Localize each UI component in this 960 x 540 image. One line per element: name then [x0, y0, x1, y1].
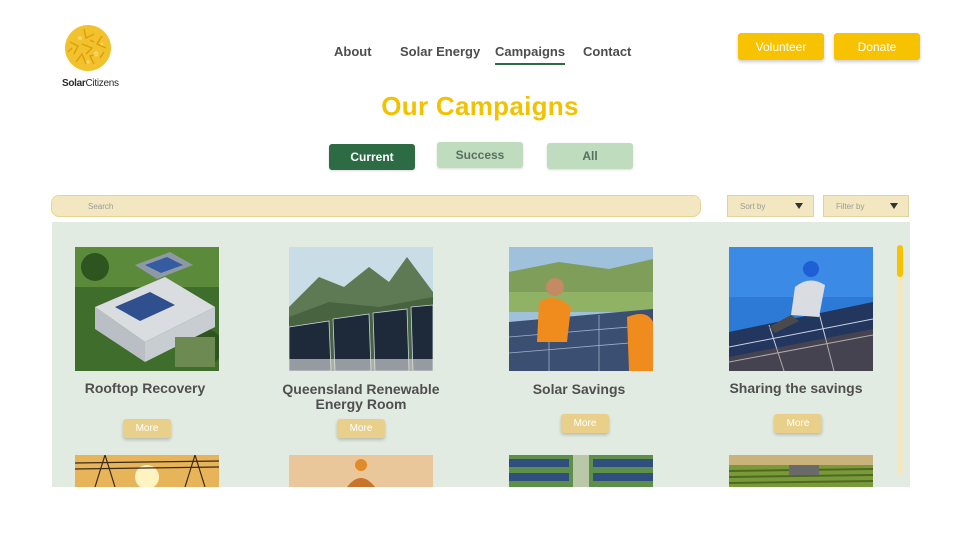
more-button[interactable]: More	[123, 419, 171, 438]
sort-by-dropdown[interactable]: Sort by	[727, 195, 814, 217]
more-button[interactable]: More	[561, 414, 609, 433]
campaign-image-sharing[interactable]	[729, 247, 873, 371]
more-button[interactable]: More	[337, 419, 385, 438]
volunteer-button[interactable]: Volunteer	[738, 33, 824, 60]
campaign-image-worker[interactable]	[289, 455, 433, 487]
campaign-image-solar-farm[interactable]	[509, 455, 653, 487]
campaign-image-queensland[interactable]	[289, 247, 433, 371]
nav-campaigns[interactable]: Campaigns	[495, 44, 566, 65]
campaign-image-vineyard[interactable]	[729, 455, 873, 487]
nav-about[interactable]: About	[334, 44, 372, 59]
page-title: Our Campaigns	[381, 91, 579, 121]
donate-button[interactable]: Donate	[834, 33, 920, 60]
tab-current[interactable]: Current	[329, 144, 415, 170]
campaign-title: Rooftop Recovery	[84, 380, 206, 396]
campaign-title: Solar Savings	[532, 381, 626, 397]
filter-by-dropdown[interactable]: Filter by	[823, 195, 909, 217]
nav-solar-energy[interactable]: Solar Energy	[400, 44, 480, 59]
filter-by-label: Filter by	[836, 201, 865, 211]
campaign-title: Queensland Renewable Energy Room	[282, 381, 440, 412]
search-input[interactable]: Search	[51, 195, 701, 217]
scrollbar-thumb[interactable]	[897, 245, 903, 277]
campaign-title: Sharing the savings	[729, 380, 863, 396]
caret-down-icon	[890, 203, 898, 209]
tab-success[interactable]: Success	[437, 142, 523, 168]
more-button[interactable]: More	[774, 414, 822, 433]
campaign-image-rooftop[interactable]	[75, 247, 219, 371]
logo-wordmark: SolarCitizens	[62, 78, 119, 89]
sun-logo-icon	[65, 25, 111, 71]
campaign-image-solar-savings[interactable]	[509, 247, 653, 371]
caret-down-icon	[795, 203, 803, 209]
scrollbar-track[interactable]	[897, 245, 903, 475]
campaign-image-powerlines[interactable]	[75, 455, 219, 487]
tab-all[interactable]: All	[547, 143, 633, 169]
sort-by-label: Sort by	[740, 201, 766, 211]
nav-contact[interactable]: Contact	[583, 44, 631, 59]
search-placeholder: Search	[88, 201, 114, 211]
